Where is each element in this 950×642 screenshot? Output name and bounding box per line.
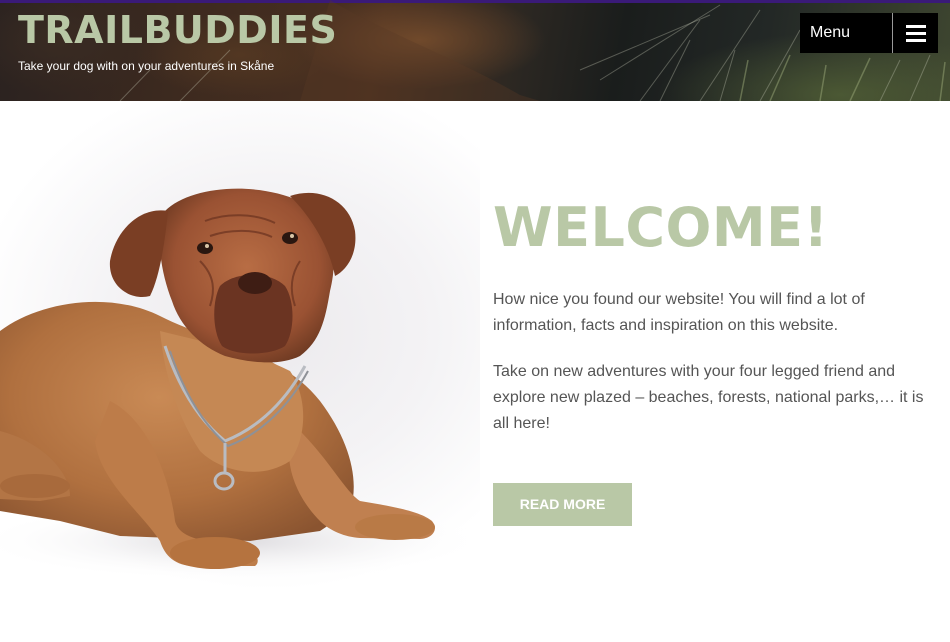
site-tagline: Take your dog with on your adventures in… [18, 59, 275, 73]
hamburger-icon[interactable] [893, 13, 938, 53]
hero-dog-image [0, 101, 480, 596]
hamburger-line [905, 24, 926, 28]
intro-paragraph-1: How nice you found our website! You will… [493, 291, 865, 334]
menu-label[interactable]: Menu [800, 13, 892, 53]
dog-illustration [0, 188, 480, 581]
site-header: TRAILBUDDIES Take your dog with on your … [0, 0, 950, 101]
site-title[interactable]: TRAILBUDDIES [18, 8, 337, 52]
intro-paragraph-2: Take on new adventures with your four le… [493, 363, 924, 432]
welcome-heading: WELCOME! [493, 196, 829, 259]
read-more-button[interactable]: READ MORE [493, 483, 632, 526]
menu-toggle[interactable]: Menu [800, 13, 938, 53]
hamburger-line [905, 38, 926, 42]
hamburger-line [905, 31, 926, 35]
